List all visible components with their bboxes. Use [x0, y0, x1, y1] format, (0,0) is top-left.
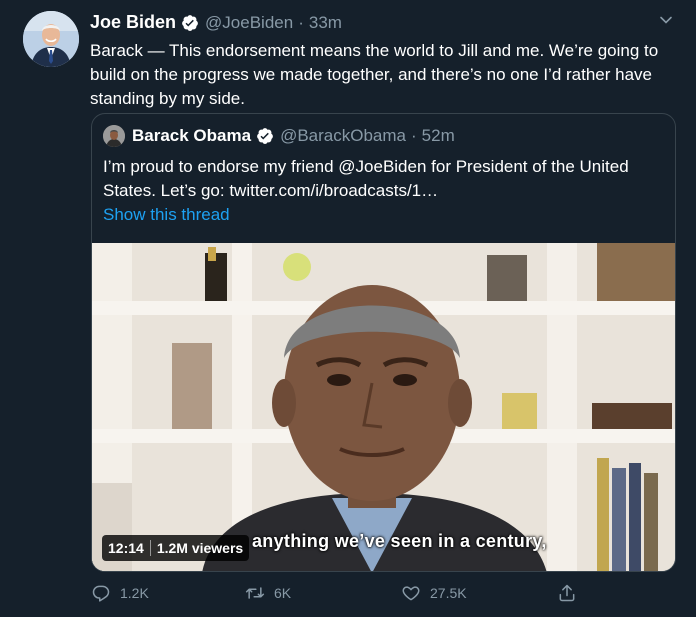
quoted-author-handle: @BarackObama — [280, 126, 406, 145]
separator-dot: · — [411, 126, 417, 145]
separator-dot: · — [298, 12, 304, 32]
chevron-down-icon[interactable] — [658, 12, 674, 28]
heart-icon — [402, 586, 420, 601]
quoted-avatar-photo — [103, 125, 125, 147]
author-name[interactable]: Joe Biden — [90, 12, 176, 33]
quoted-author-name: Barack Obama — [132, 126, 252, 145]
tweet-header: Joe Biden @JoeBiden · 33m — [90, 12, 342, 33]
video-duration: 12:14 — [108, 540, 144, 556]
quoted-tweet-text: I’m proud to endorse my friend @JoeBiden… — [103, 157, 629, 200]
verified-badge-icon — [256, 127, 274, 145]
retweet-button[interactable]: 6K — [245, 583, 291, 603]
tweet[interactable]: Joe Biden @JoeBiden · 33m Barack — This … — [0, 0, 696, 617]
reply-count: 1.2K — [120, 585, 149, 601]
reply-icon — [92, 585, 110, 602]
quoted-tweet[interactable]: Barack Obama @BarackObama · 52m I’m prou… — [91, 113, 676, 572]
author-avatar[interactable] — [23, 11, 79, 67]
quoted-author-avatar — [103, 125, 125, 147]
share-icon — [559, 584, 575, 602]
avatar-photo — [23, 11, 79, 67]
show-thread-link[interactable]: Show this thread — [103, 205, 230, 225]
retweet-icon — [245, 587, 265, 599]
verified-badge-icon — [181, 14, 199, 32]
reply-button[interactable]: 1.2K — [91, 583, 149, 603]
video-viewers: 1.2M viewers — [156, 540, 244, 556]
like-count: 27.5K — [430, 585, 467, 601]
tweet-text: Barack — This endorsement means the worl… — [90, 41, 659, 108]
video-caption: anything we’ve seen in a century, — [252, 531, 547, 551]
author-handle[interactable]: @JoeBiden — [205, 13, 293, 33]
quoted-tweet-time: 52m — [421, 126, 455, 145]
share-button[interactable] — [557, 583, 586, 603]
video-stats-badge: 12:14 1.2M viewers — [102, 535, 250, 561]
video-frame — [92, 243, 675, 571]
retweet-count: 6K — [274, 585, 292, 601]
tweet-actions: 1.2K 6K 27.5K — [91, 583, 591, 607]
like-button[interactable]: 27.5K — [401, 583, 467, 603]
quoted-tweet-header: Barack Obama @BarackObama · 52m — [132, 126, 455, 146]
video-player[interactable]: 12:14 1.2M viewers anything we’ve seen i… — [92, 243, 675, 571]
tweet-time[interactable]: 33m — [309, 13, 342, 33]
